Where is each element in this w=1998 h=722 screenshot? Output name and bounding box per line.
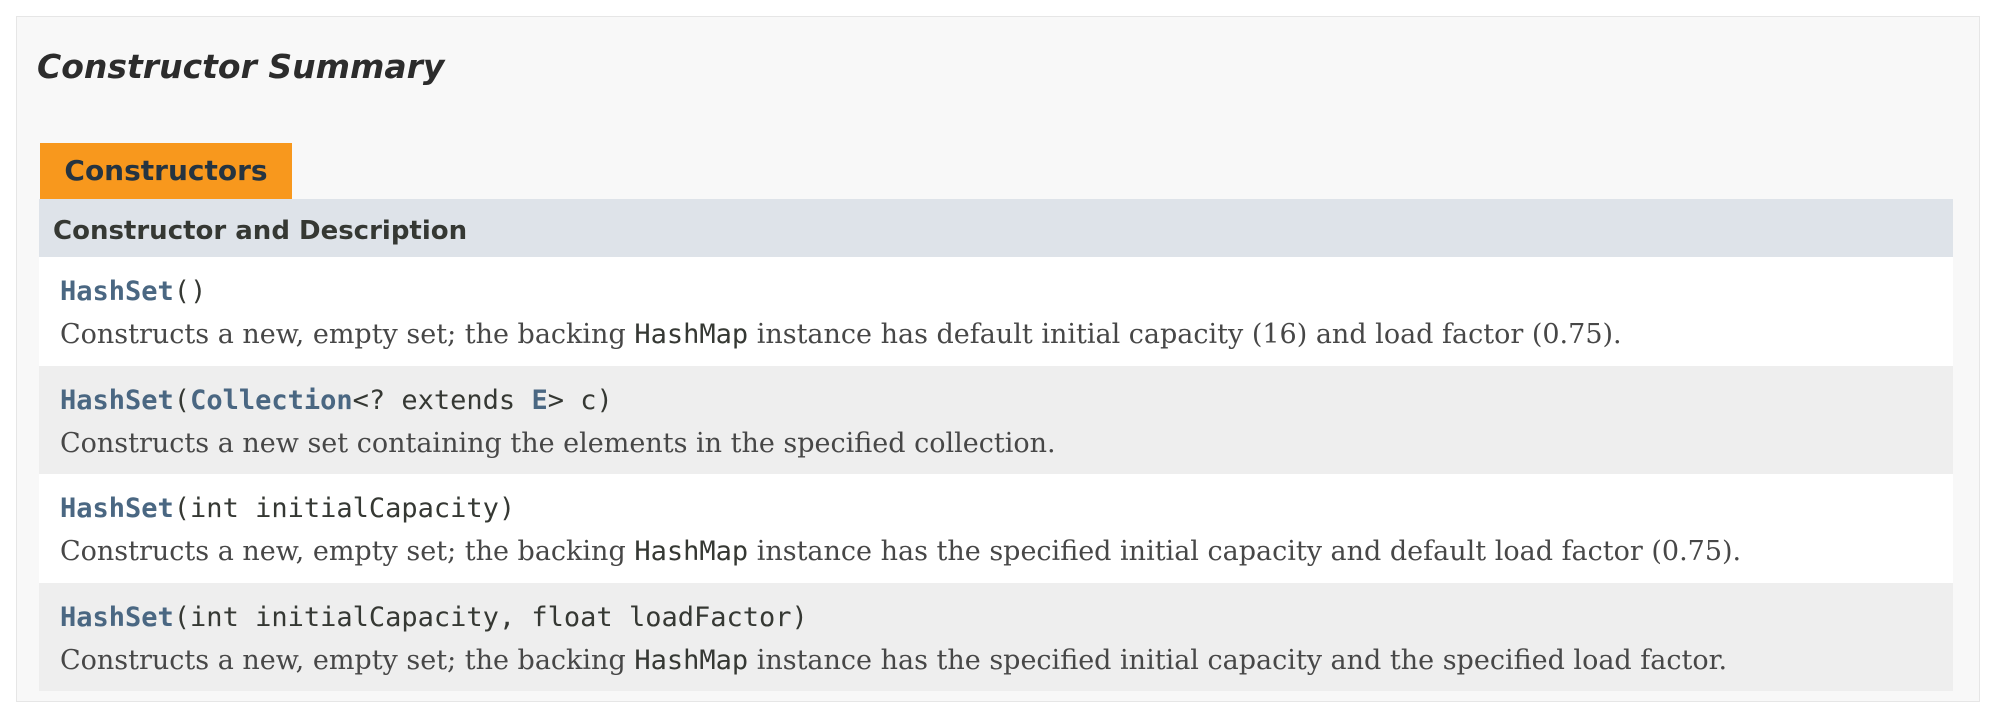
signature-params-close: > c) (547, 384, 613, 416)
constructor-description: Constructs a new, empty set; the backing… (60, 317, 1953, 353)
constructor-table: Constructor and Description HashSet() Co… (39, 199, 1953, 691)
collection-type-link[interactable]: Collection (190, 385, 353, 416)
constructor-description: Constructs a new, empty set; the backing… (60, 643, 1953, 679)
constructor-link[interactable]: HashSet (60, 385, 174, 416)
description-text: Constructs a new, empty set; the backing (60, 319, 635, 350)
table-row: HashSet(int initialCapacity) Constructs … (39, 474, 1953, 583)
table-row: HashSet() Constructs a new, empty set; t… (39, 257, 1953, 366)
constructors-caption-tab: Constructors (40, 143, 292, 199)
description-text: instance has default initial capacity (1… (748, 319, 1622, 350)
signature-generic-open: <? extends (352, 384, 532, 416)
signature-params: (int initialCapacity) (173, 493, 516, 524)
table-row: HashSet(int initialCapacity, float loadF… (39, 582, 1953, 691)
constructor-signature: HashSet(Collection<? extends E> c) (60, 382, 1953, 420)
constructor-description: Constructs a new set containing the elem… (60, 427, 1056, 459)
description-code: HashMap (634, 536, 749, 567)
description-text: Constructs a new, empty set; the backing (60, 536, 635, 567)
constructor-link[interactable]: HashSet (60, 493, 174, 524)
constructor-link[interactable]: HashSet (60, 602, 174, 633)
table-row: HashSet(Collection<? extends E> c) Const… (39, 365, 1953, 474)
signature-params: ( (173, 384, 191, 416)
constructor-summary: Constructor Summary Constructors Constru… (16, 16, 1980, 702)
description-text: Constructs a new, empty set; the backing (60, 644, 635, 676)
description-code: HashMap (634, 644, 749, 676)
column-header: Constructor and Description (39, 199, 1953, 257)
description-code: HashMap (634, 319, 749, 350)
description-text: instance has the specified initial capac… (748, 536, 1742, 567)
constructor-signature: HashSet(int initialCapacity) (60, 490, 1953, 528)
section-title: Constructor Summary (37, 47, 445, 86)
type-parameter-link[interactable]: E (531, 385, 547, 416)
signature-params: (int initialCapacity, float loadFactor) (173, 601, 808, 633)
constructor-description: Constructs a new, empty set; the backing… (60, 534, 1953, 570)
constructor-signature: HashSet(int initialCapacity, float loadF… (60, 599, 1953, 637)
description-text: instance has the specified initial capac… (748, 644, 1728, 676)
constructor-signature: HashSet() (60, 273, 1953, 311)
signature-params-close: ) (190, 276, 207, 307)
constructor-link[interactable]: HashSet (60, 276, 174, 307)
signature-params: ( (173, 276, 191, 307)
